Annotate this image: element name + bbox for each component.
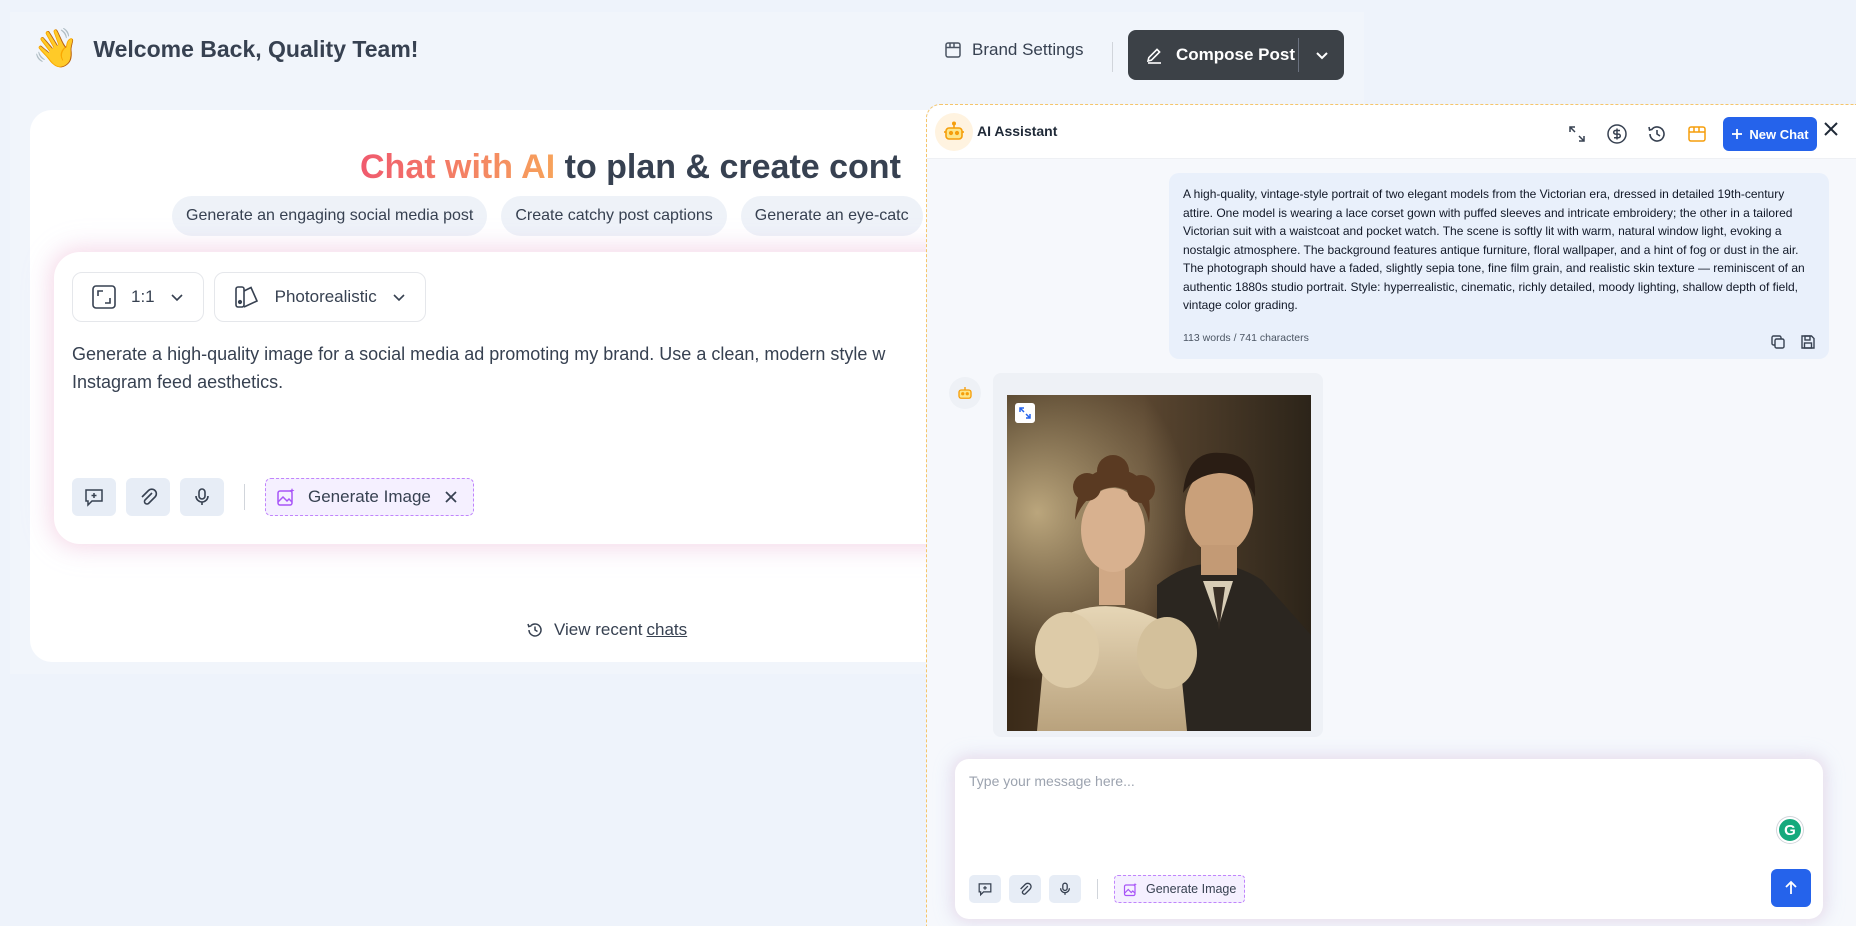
suggestion-chip[interactable]: Generate an eye-catc: [740, 196, 923, 236]
assistant-toolbar: New Chat: [1563, 117, 1817, 151]
microphone-icon: [1059, 882, 1071, 895]
toolbar-divider: [1097, 879, 1098, 899]
new-chat-button[interactable]: New Chat: [1723, 117, 1817, 151]
image-options: 1:1 Photorealistic: [72, 272, 426, 322]
aspect-ratio-value: 1:1: [131, 287, 155, 306]
save-icon[interactable]: [1799, 333, 1817, 351]
chat-plus-icon: [85, 489, 103, 507]
close-icon[interactable]: [443, 489, 459, 505]
robot-icon: [935, 113, 973, 151]
assistant-toolbar-bottom: Generate Image: [969, 875, 1246, 903]
paperclip-icon: [141, 488, 158, 505]
send-button[interactable]: [1771, 869, 1811, 907]
compose-post-label: Compose Post: [1176, 45, 1296, 64]
aspect-ratio-icon: [92, 285, 116, 309]
expand-icon[interactable]: [1563, 120, 1591, 148]
suggestion-chip[interactable]: Create catchy post captions: [501, 196, 727, 236]
compose-dropdown-button[interactable]: [1299, 47, 1344, 63]
pencil-icon: [1144, 45, 1164, 65]
chevron-down-icon: [393, 294, 405, 302]
expand-image-icon[interactable]: [1015, 403, 1035, 423]
image-sparkle-icon: [277, 488, 295, 506]
suggestion-chips: Generate an engaging social media post C…: [172, 196, 923, 236]
compose-post-button-group: Compose Post: [1128, 30, 1344, 80]
composer-toolbar: Generate Image: [72, 478, 474, 516]
generate-image-label: Generate Image: [308, 487, 431, 506]
hero-rest: to plan & create cont: [555, 148, 901, 186]
image-sparkle-icon: [1123, 882, 1137, 896]
microphone-icon: [195, 488, 209, 505]
brand-kit-icon[interactable]: [1683, 120, 1711, 148]
new-chat-label: New Chat: [1749, 126, 1809, 142]
assistant-title: AI Assistant: [977, 123, 1058, 139]
compose-post-button[interactable]: Compose Post: [1128, 45, 1298, 65]
style-select[interactable]: Photorealistic: [213, 272, 426, 322]
assistant-header: AI Assistant New Chat: [927, 105, 1856, 159]
chevron-down-icon: [171, 294, 183, 302]
assistant-image-message: [993, 373, 1323, 737]
attach-button[interactable]: [126, 478, 170, 516]
view-recent-text: View recent: [554, 620, 643, 639]
brand-settings-button[interactable]: Brand Settings: [944, 40, 1084, 60]
grammarly-icon[interactable]: G: [1777, 817, 1803, 843]
history-icon[interactable]: [1643, 120, 1671, 148]
brand-settings-icon: [944, 41, 962, 59]
robot-icon: [949, 377, 981, 409]
close-panel-button[interactable]: [1821, 119, 1841, 139]
prompt-suggest-button[interactable]: [969, 875, 1001, 903]
waving-hand-icon: 👋: [32, 28, 80, 70]
suggestion-chip[interactable]: Generate an engaging social media post: [172, 196, 488, 236]
generate-image-label: Generate Image: [1146, 882, 1237, 896]
copy-icon[interactable]: [1769, 333, 1787, 351]
prompt-suggest-button[interactable]: [72, 478, 116, 516]
message-word-count: 113 words / 741 characters: [1183, 331, 1309, 344]
ai-assistant-panel: AI Assistant New Chat A high-quality, vi…: [926, 104, 1856, 926]
close-icon: [1824, 122, 1838, 136]
message-input[interactable]: [969, 773, 1669, 789]
voice-button[interactable]: [1049, 875, 1081, 903]
history-icon: [527, 623, 542, 637]
header: 👋 Welcome Back, Quality Team!: [32, 30, 418, 68]
header-divider: [1112, 42, 1113, 72]
attach-button[interactable]: [1009, 875, 1041, 903]
prompt-line: Instagram feed aesthetics.: [72, 372, 284, 392]
prompt-textarea[interactable]: Generate a high-quality image for a soci…: [72, 340, 972, 396]
voice-button[interactable]: [180, 478, 224, 516]
assistant-composer: G: [955, 759, 1823, 919]
paperclip-icon: [1020, 882, 1032, 895]
user-message-bubble: A high-quality, vintage-style portrait o…: [1169, 173, 1829, 359]
view-recent-chats: View recent chats: [526, 620, 687, 640]
generate-image-mode-pill: Generate Image: [265, 478, 474, 516]
brand-settings-label: Brand Settings: [972, 40, 1084, 59]
chevron-down-icon: [1315, 52, 1328, 60]
credits-dollar-icon[interactable]: [1603, 120, 1631, 148]
hero-highlight: Chat with AI: [360, 148, 556, 186]
recent-chats-link[interactable]: chats: [647, 620, 688, 640]
toolbar-divider: [244, 484, 245, 510]
aspect-ratio-select[interactable]: 1:1: [72, 272, 204, 322]
message-actions: [1769, 333, 1817, 351]
plus-icon: [1732, 129, 1743, 139]
welcome-title: Welcome Back, Quality Team!: [93, 35, 419, 62]
generated-image[interactable]: [1007, 395, 1311, 731]
arrow-up-icon: [1785, 880, 1797, 894]
user-message-text: A high-quality, vintage-style portrait o…: [1183, 187, 1805, 312]
generate-image-mode-pill[interactable]: Generate Image: [1114, 875, 1246, 903]
chat-plus-icon: [978, 883, 992, 897]
style-value: Photorealistic: [274, 287, 377, 306]
palette-style-icon: [234, 286, 258, 308]
prompt-line: Generate a high-quality image for a soci…: [72, 344, 886, 364]
